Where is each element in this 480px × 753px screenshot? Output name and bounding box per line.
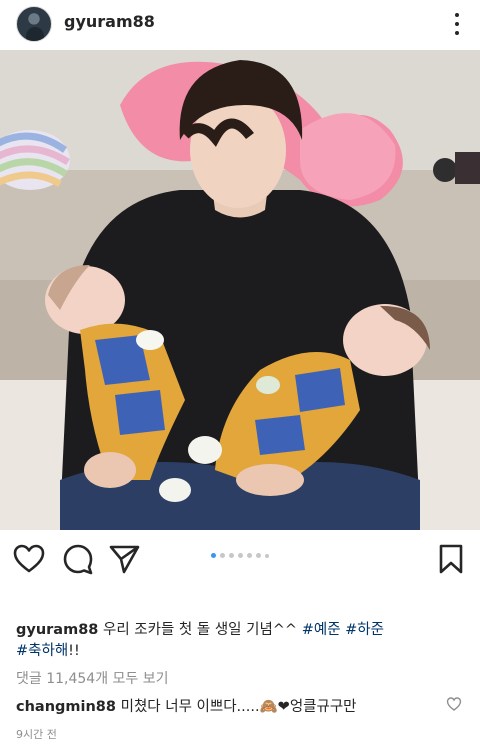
speech-bubble-icon[interactable] (61, 542, 95, 576)
hashtag[interactable]: #축하해 (16, 643, 68, 659)
comment-emoji: 🙈❤ (259, 699, 290, 715)
post-username[interactable]: gyuram88 (64, 12, 155, 31)
carousel-dot (211, 553, 216, 558)
caption-suffix: !! (68, 643, 80, 659)
post-timestamp: 9시간 전 (16, 728, 57, 741)
view-all-comments-link[interactable]: 댓글 11,454개 모두 보기 (16, 668, 169, 688)
comment-text: 미쳤다 너무 이쁘다..... (120, 699, 260, 715)
more-vertical-icon[interactable] (452, 10, 462, 38)
top-comment: changmin88 미쳤다 너무 이쁘다.....🙈❤엉클규구만 (16, 695, 436, 716)
bookmark-icon[interactable] (436, 542, 466, 576)
paper-plane-icon[interactable] (107, 542, 141, 576)
caption-text: 우리 조카들 첫 돌 생일 기념^^ (103, 622, 298, 638)
post-photo[interactable] (0, 50, 480, 530)
heart-outline-icon[interactable] (12, 542, 46, 576)
post-header: gyuram88 (0, 0, 480, 48)
action-bar (0, 538, 480, 580)
comment-text-after: 엉클규구만 (289, 699, 357, 715)
hashtag[interactable]: #하준 (345, 622, 384, 638)
carousel-indicator (0, 553, 480, 558)
carousel-dot (256, 553, 261, 558)
comment-like-heart-icon[interactable] (446, 696, 462, 712)
hashtag[interactable]: #예준 (302, 622, 341, 638)
carousel-dot (247, 553, 252, 558)
caption-username[interactable]: gyuram88 (16, 622, 98, 638)
post-caption: gyuram88 우리 조카들 첫 돌 생일 기념^^ #예준 #하준 #축하해… (16, 620, 466, 662)
avatar[interactable] (16, 6, 52, 42)
carousel-dot (265, 553, 269, 558)
carousel-dot (238, 553, 243, 558)
comment-username[interactable]: changmin88 (16, 699, 116, 715)
carousel-dot (220, 553, 225, 558)
carousel-dot (229, 553, 234, 558)
